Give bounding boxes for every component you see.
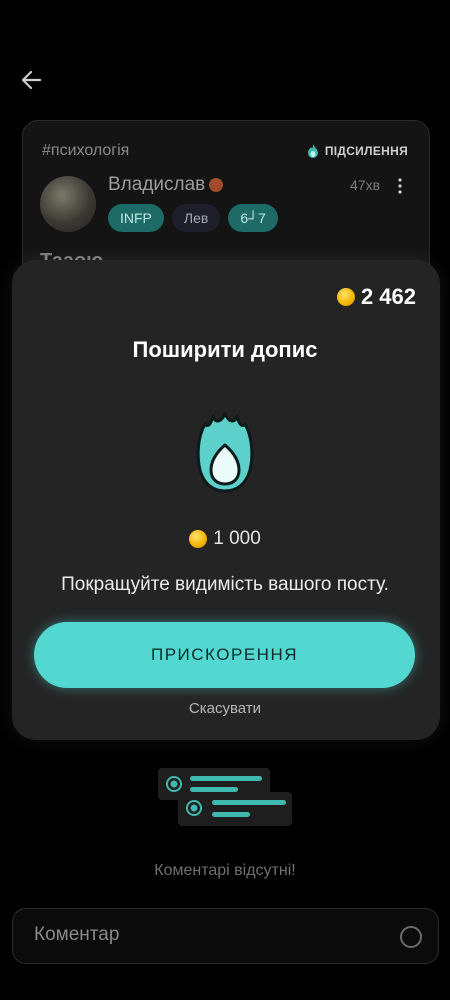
coin-icon bbox=[336, 288, 355, 306]
author-tags: INFP Лев 6┘7 bbox=[108, 204, 278, 232]
boost-description: Покращуйте видимість вашого посту. bbox=[61, 574, 389, 595]
avatar[interactable] bbox=[40, 176, 96, 232]
send-icon[interactable] bbox=[400, 926, 422, 948]
flame-icon bbox=[307, 144, 318, 158]
back-button[interactable] bbox=[18, 66, 46, 94]
more-button[interactable] bbox=[396, 178, 404, 194]
empty-comments-text: Коментарі відсутні! bbox=[154, 862, 296, 879]
author-name[interactable]: Владислав bbox=[108, 174, 224, 196]
post-hashtag[interactable]: #психологія bbox=[42, 142, 129, 160]
flame-icon bbox=[195, 410, 255, 494]
tag-enneagram: 6┘7 bbox=[228, 204, 278, 232]
tag-mbti: INFP bbox=[108, 204, 164, 232]
arrow-left-icon bbox=[21, 70, 42, 90]
boost-price-value: 1 000 bbox=[213, 528, 261, 549]
basketball-icon bbox=[209, 178, 224, 192]
author-name-text: Владислав bbox=[108, 174, 206, 195]
coin-balance: 2 462 bbox=[336, 284, 416, 310]
empty-comments-illustration bbox=[156, 766, 296, 830]
more-vertical-icon bbox=[398, 178, 402, 194]
coin-balance-value: 2 462 bbox=[360, 284, 416, 309]
boost-button[interactable]: ПРИСКОРЕННЯ bbox=[34, 622, 415, 688]
boost-tag: ПІДСИЛЕННЯ bbox=[307, 143, 408, 159]
cancel-button[interactable]: Скасувати bbox=[0, 700, 450, 717]
modal-title: Поширити допис bbox=[132, 337, 318, 362]
boost-tag-label: ПІДСИЛЕННЯ bbox=[324, 144, 408, 158]
tag-zodiac: Лев bbox=[171, 204, 221, 232]
boost-price: 1 000 bbox=[0, 528, 450, 550]
coin-icon bbox=[189, 530, 208, 548]
comment-placeholder: Коментар bbox=[34, 924, 120, 945]
post-time: 47хв bbox=[350, 177, 381, 193]
